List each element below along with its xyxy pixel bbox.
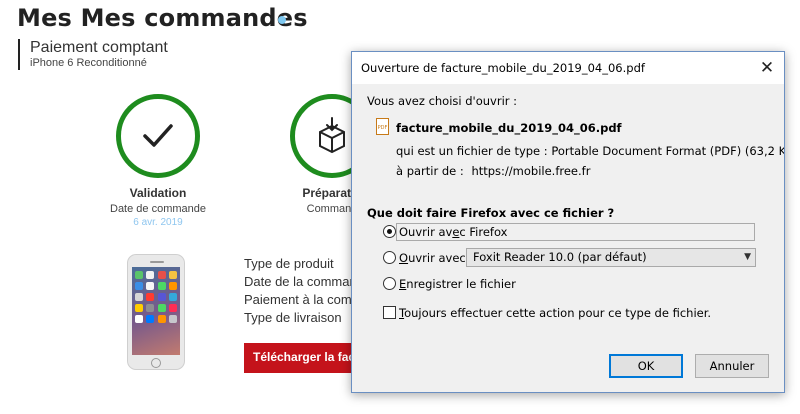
app-icon	[157, 304, 166, 312]
option-text: oujours effectuer cette action pour ce t…	[404, 306, 712, 320]
radio-open-with[interactable]	[383, 251, 396, 264]
app-icon	[168, 282, 177, 290]
app-icon	[135, 282, 143, 290]
chevron-down-icon: ▼	[744, 252, 751, 262]
title-dot	[278, 16, 286, 24]
step-validation-title: Validation	[129, 186, 187, 200]
option-text: c Firefox	[459, 225, 508, 239]
check-icon	[143, 124, 173, 147]
app-icon	[135, 315, 143, 323]
phone-speaker	[150, 261, 164, 263]
option-open-with-label[interactable]: Ouvrir avec	[399, 251, 466, 265]
dialog-intro: Vous avez choisi d'ouvrir :	[367, 94, 518, 108]
dialog-title: Ouverture de facture_mobile_du_2019_04_0…	[361, 61, 645, 75]
option-accesskey: O	[399, 251, 409, 265]
app-icon	[135, 271, 143, 279]
detail-product-type: Type de produit	[244, 256, 334, 271]
order-details: Type de produit Date de la commar Paieme…	[244, 256, 356, 328]
option-text: nregistrer le fichier	[406, 277, 516, 291]
step-validation: Validation Date de commande 6 avr. 2019	[88, 94, 228, 228]
cancel-button[interactable]: Annuler	[695, 354, 769, 378]
dialog-filename: facture_mobile_du_2019_04_06.pdf	[396, 121, 622, 135]
detail-payment: Paiement à la comr	[244, 292, 356, 307]
app-icon	[146, 315, 155, 323]
close-icon[interactable]: ✕	[750, 52, 784, 84]
app-icon	[157, 315, 166, 323]
application-select-value: Foxit Reader 10.0 (par défaut)	[473, 250, 647, 264]
phone-screen	[132, 267, 180, 355]
box-download-icon	[319, 117, 345, 154]
app-icon	[168, 271, 177, 279]
open-file-dialog: Ouverture de facture_mobile_du_2019_04_0…	[351, 51, 785, 393]
order-title: Paiement comptant	[30, 39, 168, 56]
radio-save-file[interactable]	[383, 277, 396, 290]
product-image	[127, 254, 185, 370]
always-do-this-label[interactable]: Toujours effectuer cette action pour ce …	[399, 306, 711, 320]
app-icon	[168, 304, 177, 312]
app-icon	[146, 271, 155, 279]
option-open-with-firefox-label[interactable]: Ouvrir avec Firefox	[396, 223, 755, 241]
app-icon	[168, 315, 177, 323]
option-text: uvrir avec	[408, 251, 466, 265]
dialog-question: Que doit faire Firefox avec ce fichier ?	[367, 206, 615, 220]
app-icon	[157, 271, 166, 279]
page-title: Mes Mes commandes	[17, 4, 308, 32]
dialog-source-label: à partir de :	[396, 164, 464, 178]
step-validation-subtitle: Date de commande	[110, 203, 206, 215]
detail-order-date: Date de la commar	[244, 274, 354, 289]
detail-delivery-type: Type de livraison	[244, 310, 342, 325]
always-do-this-checkbox[interactable]	[383, 306, 396, 319]
radio-open-with-firefox[interactable]	[383, 225, 396, 238]
order-subtitle: iPhone 6 Reconditionné	[30, 57, 147, 69]
pdf-file-icon: PDF	[376, 118, 389, 135]
app-icon	[135, 293, 143, 301]
dialog-source-url: https://mobile.free.fr	[471, 164, 591, 178]
app-icon	[168, 293, 177, 301]
app-icon	[157, 282, 166, 290]
dialog-source: à partir de : https://mobile.free.fr	[396, 164, 590, 178]
app-icon	[157, 293, 166, 301]
application-select[interactable]: Foxit Reader 10.0 (par défaut) ▼	[466, 248, 756, 267]
dialog-titlebar: Ouverture de facture_mobile_du_2019_04_0…	[352, 52, 784, 84]
app-icon	[146, 304, 155, 312]
dialog-filetype: qui est un fichier de type : Portable Do…	[396, 144, 785, 158]
app-icon	[146, 282, 155, 290]
order-header: Paiement comptant iPhone 6 Reconditionné	[18, 39, 168, 70]
step-validation-date: 6 avr. 2019	[133, 217, 183, 228]
app-icon	[146, 293, 155, 301]
step-validation-circle	[116, 94, 200, 178]
phone-home-button	[151, 358, 161, 368]
option-text: Ouvrir av	[399, 225, 453, 239]
ok-button[interactable]: OK	[609, 354, 683, 378]
app-icon	[135, 304, 143, 312]
option-save-file-label[interactable]: Enregistrer le fichier	[399, 277, 516, 291]
